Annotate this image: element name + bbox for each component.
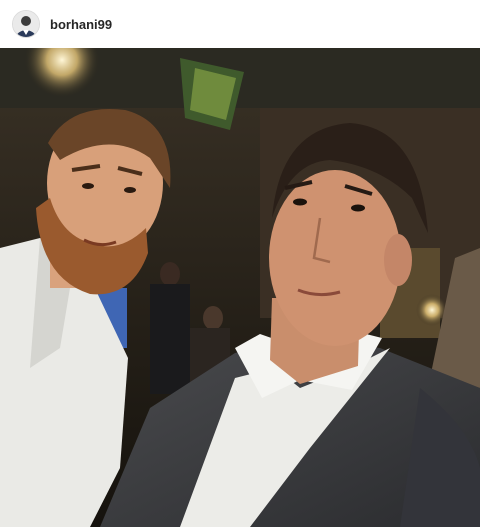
avatar-icon <box>13 11 39 37</box>
username-link[interactable]: borhani99 <box>50 17 112 32</box>
instagram-post: borhani99 <box>0 0 480 527</box>
post-photo <box>0 48 480 527</box>
post-header: borhani99 <box>0 0 480 48</box>
selfie-illustration <box>0 48 480 527</box>
profile-avatar[interactable] <box>12 10 40 38</box>
